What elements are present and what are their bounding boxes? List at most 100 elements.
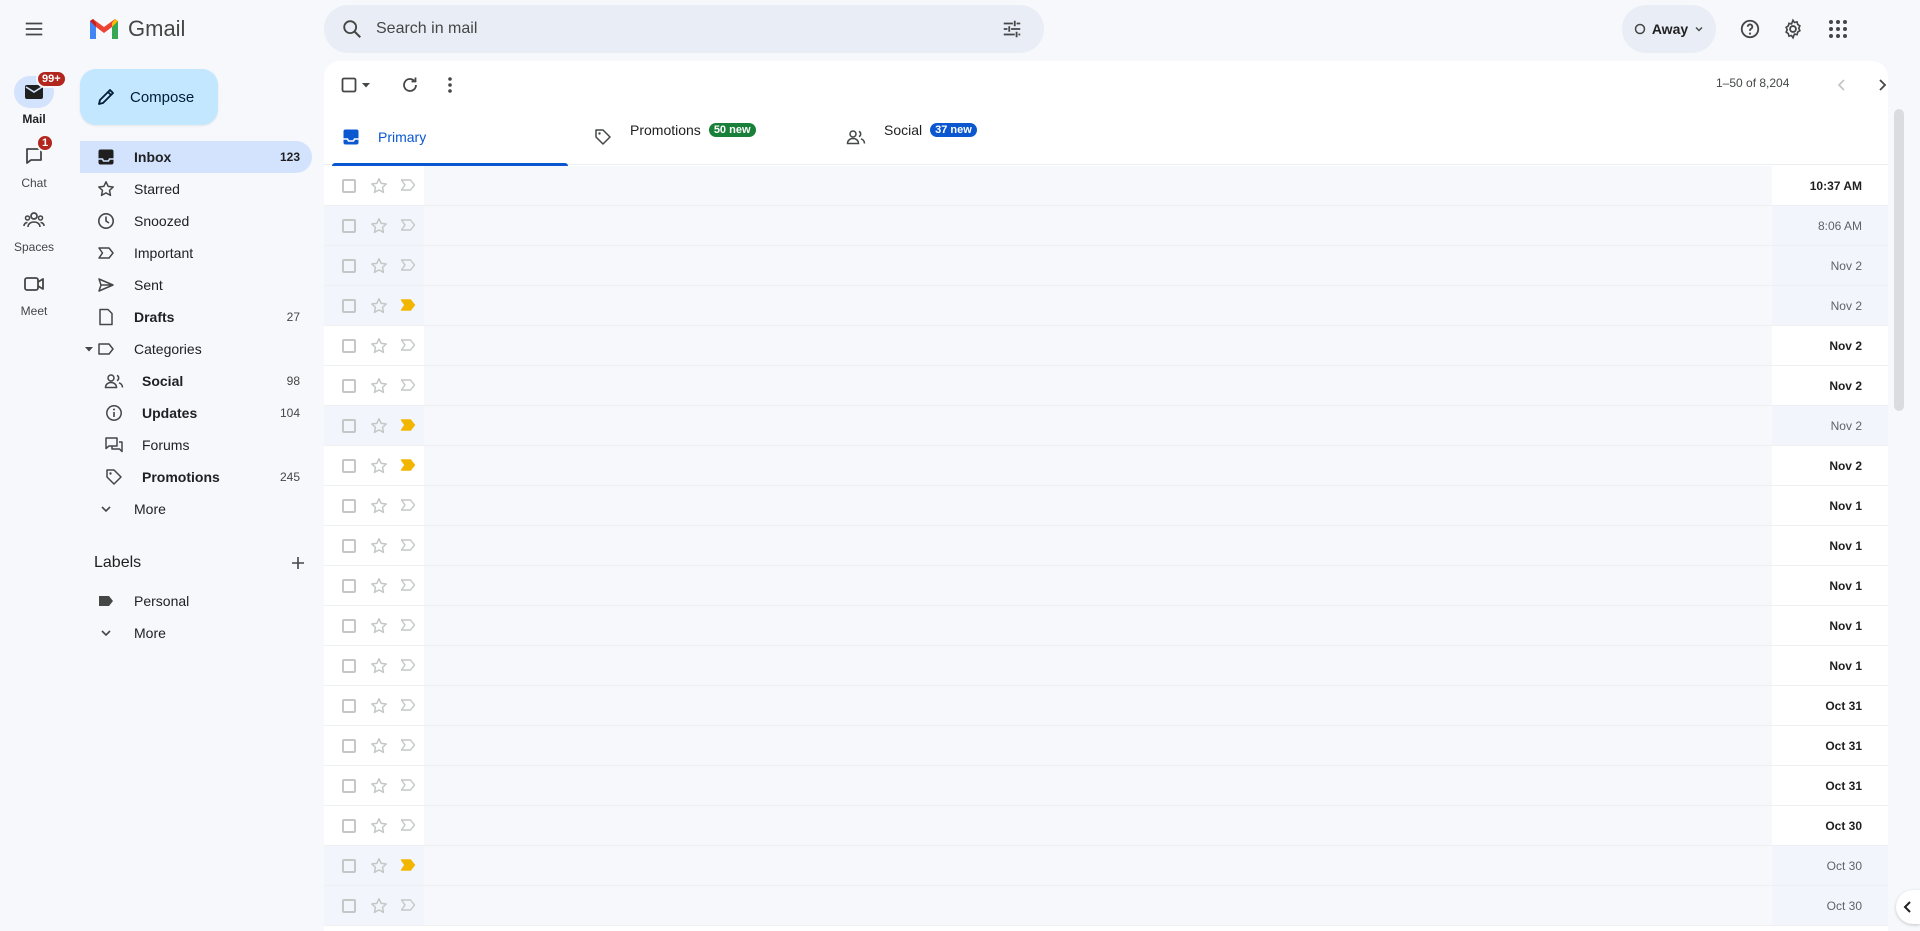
sidebar-item-categories[interactable]: Categories bbox=[80, 333, 312, 365]
importance-marker-icon[interactable] bbox=[400, 458, 416, 472]
row-content[interactable] bbox=[424, 646, 1792, 685]
sidebar-item-snoozed[interactable]: Snoozed bbox=[80, 205, 312, 237]
row-content[interactable] bbox=[424, 806, 1792, 845]
search-input[interactable] bbox=[376, 5, 988, 53]
row-checkbox[interactable] bbox=[342, 659, 356, 673]
row-checkbox[interactable] bbox=[342, 819, 356, 833]
importance-marker-icon[interactable] bbox=[400, 818, 416, 832]
row-content[interactable] bbox=[424, 726, 1792, 765]
settings-button[interactable] bbox=[1773, 9, 1813, 49]
star-icon[interactable] bbox=[370, 817, 388, 835]
tab-primary[interactable]: Primary bbox=[332, 109, 578, 166]
row-checkbox[interactable] bbox=[342, 339, 356, 353]
importance-marker-icon[interactable] bbox=[400, 418, 416, 432]
row-content[interactable] bbox=[424, 526, 1792, 565]
row-content[interactable] bbox=[424, 406, 1792, 445]
row-content[interactable] bbox=[424, 206, 1792, 245]
star-icon[interactable] bbox=[370, 777, 388, 795]
scrollbar-thumb[interactable] bbox=[1894, 109, 1904, 411]
star-icon[interactable] bbox=[370, 897, 388, 915]
sidebar-item-important[interactable]: Important bbox=[80, 237, 312, 269]
star-icon[interactable] bbox=[370, 457, 388, 475]
select-all-dropdown[interactable] bbox=[334, 65, 378, 105]
newer-page-button[interactable] bbox=[1822, 65, 1862, 105]
more-actions-button[interactable] bbox=[430, 65, 470, 105]
email-row[interactable]: Nov 1 bbox=[324, 486, 1888, 526]
star-icon[interactable] bbox=[370, 697, 388, 715]
row-checkbox[interactable] bbox=[342, 539, 356, 553]
importance-marker-icon[interactable] bbox=[400, 578, 416, 592]
email-row[interactable]: Nov 2 bbox=[324, 286, 1888, 326]
sidebar-item-starred[interactable]: Starred bbox=[80, 173, 312, 205]
row-checkbox[interactable] bbox=[342, 899, 356, 913]
email-row[interactable]: 10:37 AM bbox=[324, 166, 1888, 206]
support-button[interactable] bbox=[1730, 9, 1770, 49]
email-row[interactable]: 8:06 AM bbox=[324, 206, 1888, 246]
compose-button[interactable]: Compose bbox=[80, 69, 218, 125]
older-page-button[interactable] bbox=[1862, 65, 1888, 105]
row-checkbox[interactable] bbox=[342, 179, 356, 193]
importance-marker-icon[interactable] bbox=[400, 218, 416, 232]
star-icon[interactable] bbox=[370, 337, 388, 355]
email-row[interactable]: Oct 30 bbox=[324, 806, 1888, 846]
main-menu-button[interactable] bbox=[14, 9, 54, 49]
star-icon[interactable] bbox=[370, 297, 388, 315]
rail-spaces-pill[interactable] bbox=[14, 204, 54, 236]
star-icon[interactable] bbox=[370, 857, 388, 875]
row-checkbox[interactable] bbox=[342, 499, 356, 513]
sidebar-item-labels-more[interactable]: More bbox=[80, 617, 312, 649]
row-content[interactable] bbox=[424, 606, 1792, 645]
sidebar-item-updates[interactable]: Updates 104 bbox=[80, 397, 312, 429]
sidebar-item-inbox[interactable]: Inbox 123 bbox=[80, 141, 312, 173]
row-checkbox[interactable] bbox=[342, 259, 356, 273]
sidebar-item-personal-label[interactable]: Personal bbox=[80, 585, 312, 617]
row-content[interactable] bbox=[424, 686, 1792, 725]
row-checkbox[interactable] bbox=[342, 779, 356, 793]
side-panel-toggle[interactable] bbox=[1896, 890, 1920, 924]
row-content[interactable] bbox=[424, 366, 1792, 405]
importance-marker-icon[interactable] bbox=[400, 338, 416, 352]
star-icon[interactable] bbox=[370, 217, 388, 235]
importance-marker-icon[interactable] bbox=[400, 378, 416, 392]
sidebar-item-social[interactable]: Social 98 bbox=[80, 365, 312, 397]
email-row[interactable]: Nov 2 bbox=[324, 246, 1888, 286]
status-dropdown[interactable]: Away bbox=[1622, 5, 1716, 53]
email-row[interactable]: Nov 2 bbox=[324, 366, 1888, 406]
star-icon[interactable] bbox=[370, 257, 388, 275]
importance-marker-icon[interactable] bbox=[400, 298, 416, 312]
star-icon[interactable] bbox=[370, 497, 388, 515]
email-row[interactable]: Nov 1 bbox=[324, 606, 1888, 646]
rail-item-chat[interactable]: 1 Chat bbox=[0, 134, 68, 204]
row-content[interactable] bbox=[424, 246, 1792, 285]
email-row[interactable]: Nov 1 bbox=[324, 526, 1888, 566]
email-row[interactable]: Nov 2 bbox=[324, 406, 1888, 446]
email-row[interactable]: Oct 30 bbox=[324, 846, 1888, 886]
gmail-logo[interactable]: Gmail bbox=[88, 14, 185, 44]
star-icon[interactable] bbox=[370, 617, 388, 635]
row-content[interactable] bbox=[424, 486, 1792, 525]
sidebar-item-sent[interactable]: Sent bbox=[80, 269, 312, 301]
importance-marker-icon[interactable] bbox=[400, 498, 416, 512]
importance-marker-icon[interactable] bbox=[400, 858, 416, 872]
rail-item-meet[interactable]: Meet bbox=[0, 268, 68, 332]
row-checkbox[interactable] bbox=[342, 459, 356, 473]
importance-marker-icon[interactable] bbox=[400, 258, 416, 272]
email-row[interactable]: Nov 2 bbox=[324, 446, 1888, 486]
row-content[interactable] bbox=[424, 286, 1792, 325]
row-checkbox[interactable] bbox=[342, 619, 356, 633]
importance-marker-icon[interactable] bbox=[400, 698, 416, 712]
email-row[interactable]: Oct 31 bbox=[324, 766, 1888, 806]
search-button[interactable] bbox=[328, 5, 376, 53]
star-icon[interactable] bbox=[370, 417, 388, 435]
sidebar-item-more[interactable]: More bbox=[80, 493, 312, 525]
rail-chat-pill[interactable]: 1 bbox=[14, 134, 55, 172]
row-checkbox[interactable] bbox=[342, 299, 356, 313]
importance-marker-icon[interactable] bbox=[400, 898, 416, 912]
star-icon[interactable] bbox=[370, 537, 388, 555]
email-row[interactable]: Oct 30 bbox=[324, 886, 1888, 926]
row-checkbox[interactable] bbox=[342, 859, 356, 873]
email-row[interactable]: Oct 31 bbox=[324, 686, 1888, 726]
row-checkbox[interactable] bbox=[342, 699, 356, 713]
rail-item-spaces[interactable]: Spaces bbox=[0, 204, 68, 268]
row-content[interactable] bbox=[424, 766, 1792, 805]
